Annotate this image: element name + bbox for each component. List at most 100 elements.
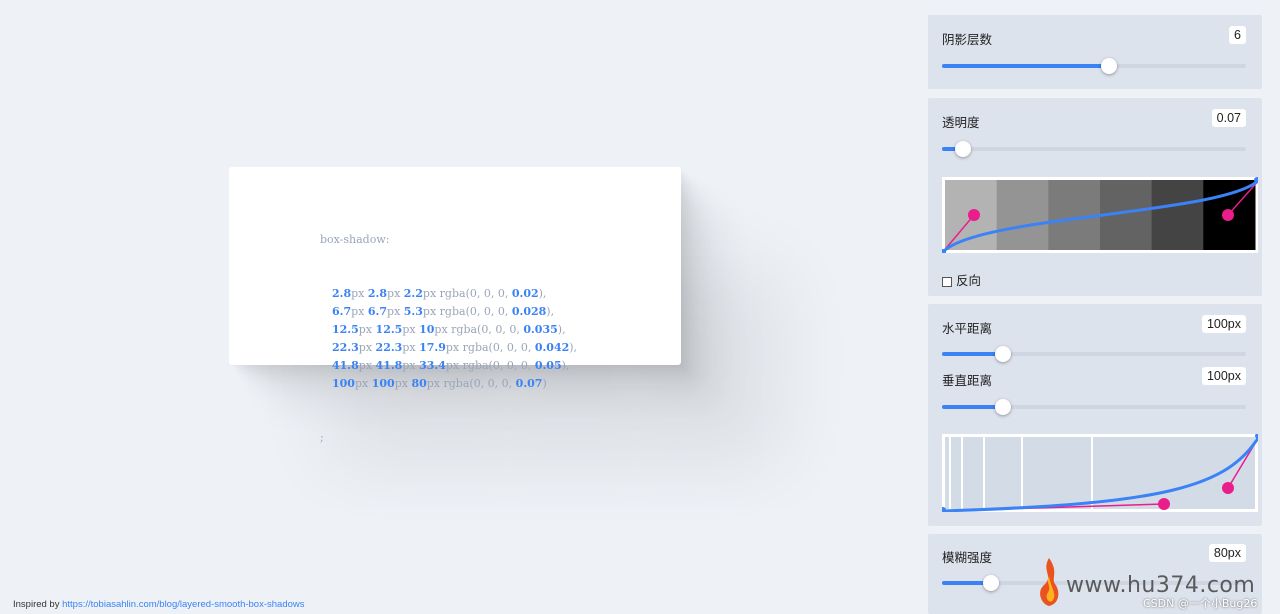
layers-slider-thumb[interactable] bbox=[1101, 58, 1118, 74]
code-line: 2.8px 2.8px 2.2px rgba(0, 0, 0, 0.02), bbox=[320, 285, 577, 303]
code-token: px bbox=[422, 305, 437, 318]
code-number: 10 bbox=[419, 323, 435, 336]
code-token: ), bbox=[538, 287, 547, 300]
inspired-link[interactable]: https://tobiasahlin.com/blog/layered-smo… bbox=[62, 599, 304, 610]
opacity-swatch bbox=[1151, 180, 1204, 250]
code-number: 6.7 bbox=[332, 305, 352, 318]
code-token: px bbox=[402, 341, 416, 354]
opacity-control-handle-2[interactable] bbox=[1222, 209, 1234, 221]
code-number: 2.8 bbox=[367, 287, 388, 300]
offset-y-slider-thumb[interactable] bbox=[994, 399, 1011, 415]
offset-control-handle-1[interactable] bbox=[1158, 498, 1170, 510]
shadow-preview-card: box-shadow: 2.8px 2.8px 2.2px rgba(0, 0,… bbox=[229, 167, 681, 444]
code-token: px bbox=[445, 359, 460, 372]
blur-slider-thumb[interactable] bbox=[982, 575, 999, 591]
code-token: rgba(0, 0, 0, bbox=[439, 305, 512, 318]
code-token: rgba(0, 0, 0, bbox=[439, 287, 512, 300]
code-token: ), bbox=[546, 305, 555, 318]
layers-value[interactable]: 6 bbox=[1229, 26, 1246, 44]
offset-panel: 水平距离 100px 垂直距离 100px bbox=[928, 304, 1262, 526]
code-token: px bbox=[351, 305, 365, 318]
code-token: px bbox=[354, 377, 369, 390]
code-token: px bbox=[387, 305, 401, 318]
layers-label: 阴影层数 bbox=[942, 33, 993, 47]
code-number: 41.8 bbox=[375, 359, 403, 372]
flame-logo-icon bbox=[1040, 558, 1059, 606]
code-property: box-shadow: bbox=[320, 233, 390, 246]
layers-slider[interactable] bbox=[942, 58, 1246, 74]
code-number: 0.035 bbox=[523, 323, 558, 336]
code-token: ) bbox=[542, 377, 547, 390]
code-number: 0.07 bbox=[515, 377, 543, 390]
offset-y-slider[interactable] bbox=[942, 399, 1246, 415]
opacity-control-handle-1[interactable] bbox=[968, 209, 980, 221]
code-number: 2.2 bbox=[403, 287, 423, 300]
opacity-label: 透明度 bbox=[942, 116, 980, 130]
code-number: 5.3 bbox=[403, 305, 423, 318]
opacity-panel: 透明度 0.07 反向 bbox=[928, 98, 1262, 296]
code-number: 22.3 bbox=[375, 341, 403, 354]
opacity-slider-thumb[interactable] bbox=[955, 141, 972, 157]
code-line: 100px 100px 80px rgba(0, 0, 0, 0.07) bbox=[320, 375, 577, 393]
layers-slider-fill bbox=[942, 64, 1110, 68]
code-terminator: ; bbox=[320, 431, 324, 444]
opacity-curve-editor[interactable] bbox=[940, 177, 1262, 255]
code-number: 12.5 bbox=[332, 323, 359, 336]
opacity-value[interactable]: 0.07 bbox=[1211, 109, 1246, 127]
reverse-checkbox-box[interactable] bbox=[942, 276, 952, 287]
offset-curve-svg bbox=[940, 433, 1262, 513]
opacity-slider[interactable] bbox=[942, 141, 1246, 157]
code-token: px bbox=[434, 323, 448, 336]
inspired-prefix: Inspired by bbox=[13, 599, 63, 610]
code-token: px bbox=[426, 377, 440, 390]
reverse-label: 反向 bbox=[956, 274, 982, 288]
code-token: px bbox=[351, 287, 365, 300]
opacity-curve-svg bbox=[940, 177, 1262, 255]
code-number: 0.042 bbox=[534, 341, 570, 354]
code-token: ), bbox=[569, 341, 578, 354]
code-number: 22.3 bbox=[332, 341, 359, 354]
code-number: 100 bbox=[332, 377, 355, 390]
code-token: rgba(0, 0, 0, bbox=[451, 323, 524, 336]
code-token: px bbox=[402, 359, 416, 372]
offset-x-value[interactable]: 100px bbox=[1201, 315, 1246, 333]
code-line: 6.7px 6.7px 5.3px rgba(0, 0, 0, 0.028), bbox=[320, 303, 577, 321]
code-number: 0.028 bbox=[511, 305, 547, 318]
opacity-swatch bbox=[996, 180, 1049, 250]
blur-value[interactable]: 80px bbox=[1208, 544, 1246, 562]
code-token: px bbox=[387, 287, 401, 300]
code-number: 100 bbox=[371, 377, 395, 390]
code-number: 17.9 bbox=[419, 341, 446, 354]
inspired-by-note: Inspired by https://tobiasahlin.com/blog… bbox=[13, 599, 305, 610]
css-code-block: box-shadow: 2.8px 2.8px 2.2px rgba(0, 0,… bbox=[320, 195, 577, 483]
offset-y-value[interactable]: 100px bbox=[1201, 367, 1246, 385]
code-token: px bbox=[358, 359, 373, 372]
code-token: px bbox=[358, 341, 373, 354]
reverse-checkbox[interactable]: 反向 bbox=[942, 270, 981, 289]
code-line: 12.5px 12.5px 10px rgba(0, 0, 0, 0.035), bbox=[320, 321, 577, 339]
code-token: px bbox=[402, 323, 416, 336]
offset-curve-editor[interactable] bbox=[940, 433, 1262, 513]
code-token: ), bbox=[561, 359, 570, 372]
code-number: 6.7 bbox=[367, 305, 388, 318]
code-token: px bbox=[394, 377, 408, 390]
offset-x-label: 水平距离 bbox=[942, 322, 993, 336]
code-token: px bbox=[358, 323, 373, 336]
offset-x-slider[interactable] bbox=[942, 346, 1246, 362]
code-number: 80 bbox=[411, 377, 427, 390]
code-number: 0.02 bbox=[511, 287, 539, 300]
layers-panel: 阴影层数 6 bbox=[928, 15, 1262, 89]
csdn-watermark: CSDN @一个小Bug26 bbox=[1143, 597, 1258, 610]
code-number: 2.8 bbox=[332, 287, 352, 300]
blur-label: 模糊强度 bbox=[942, 551, 993, 565]
code-token: ), bbox=[557, 323, 566, 336]
offset-x-slider-fill bbox=[942, 352, 1003, 356]
code-number: 0.05 bbox=[534, 359, 562, 372]
code-number: 12.5 bbox=[375, 323, 403, 336]
offset-control-handle-2[interactable] bbox=[1222, 482, 1234, 494]
code-token: rgba(0, 0, 0, bbox=[462, 341, 535, 354]
offset-x-slider-thumb[interactable] bbox=[994, 346, 1011, 362]
offset-layer-area bbox=[945, 437, 1255, 509]
code-line: 22.3px 22.3px 17.9px rgba(0, 0, 0, 0.042… bbox=[320, 339, 577, 357]
code-number: 33.4 bbox=[419, 359, 446, 372]
